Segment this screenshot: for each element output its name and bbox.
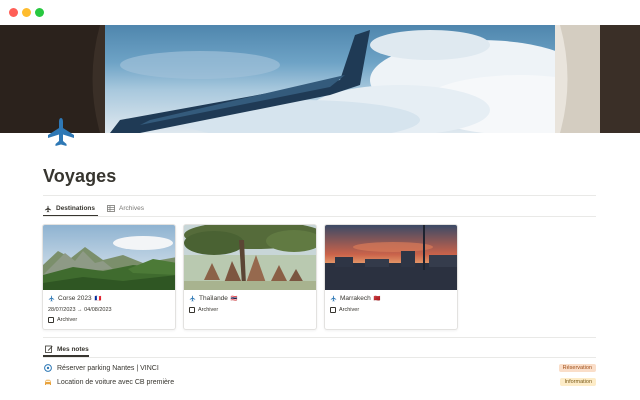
- list-item[interactable]: Location de voiture avec CB première Inf…: [44, 376, 596, 388]
- flag-icon: 🇫🇷: [94, 295, 102, 302]
- view-tabs: Destinations Archives: [43, 201, 145, 216]
- checkbox-label: Archiver: [339, 307, 360, 313]
- gallery-card-thailande[interactable]: Thaïlande 🇹🇭 Archiver: [183, 224, 317, 330]
- marrakech-sunset-photo: [325, 225, 457, 290]
- airplane-icon: [330, 295, 337, 302]
- list-item[interactable]: Réserver parking Nantes | VINCI Réservat…: [44, 362, 596, 374]
- airplane-icon: [48, 295, 55, 302]
- minimize-window-button[interactable]: [22, 8, 31, 17]
- note-label: Location de voiture avec CB première: [57, 378, 175, 386]
- airplane-icon: [189, 295, 196, 302]
- title-divider: [43, 195, 596, 196]
- gallery-card-corse[interactable]: Corse 2023 🇫🇷 28/07/2023 → 04/08/2023 Ar…: [42, 224, 176, 330]
- archive-checkbox-row[interactable]: Archiver: [48, 317, 170, 323]
- tabs-divider: [43, 216, 596, 217]
- checkbox-label: Archiver: [198, 307, 219, 313]
- section-divider: [43, 337, 596, 338]
- tab-label: Destinations: [56, 205, 96, 212]
- card-dates: 28/07/2023 → 04/08/2023: [48, 307, 112, 313]
- table-icon: [107, 205, 115, 212]
- edit-note-icon: [45, 345, 53, 353]
- tab-label: Archives: [119, 205, 144, 212]
- tab-destinations[interactable]: Destinations: [43, 201, 96, 216]
- notes-divider: [43, 357, 596, 358]
- tab-label: Mes notes: [57, 345, 89, 353]
- archive-checkbox[interactable]: [48, 317, 54, 323]
- tab-mes-notes[interactable]: Mes notes: [45, 345, 89, 353]
- archive-checkbox[interactable]: [189, 307, 195, 313]
- thailande-temple-photo: [184, 225, 316, 290]
- checkbox-label: Archiver: [57, 317, 78, 323]
- archive-checkbox-row[interactable]: Archiver: [330, 307, 452, 313]
- car-icon: [45, 379, 51, 385]
- status-badge: Information: [560, 378, 596, 386]
- card-title: Corse 2023: [58, 295, 92, 302]
- parking-icon: [44, 364, 52, 372]
- card-title: Marrakech: [340, 295, 371, 302]
- flag-icon: 🇲🇦: [373, 295, 381, 302]
- page-cover-image[interactable]: [0, 25, 640, 133]
- status-badge: Réservation: [558, 364, 596, 372]
- maximize-window-button[interactable]: [35, 8, 44, 17]
- archive-checkbox-row[interactable]: Archiver: [189, 307, 311, 313]
- close-window-button[interactable]: [9, 8, 18, 17]
- flag-icon: 🇹🇭: [230, 295, 238, 302]
- page-title[interactable]: Voyages: [43, 166, 116, 187]
- note-label: Réserver parking Nantes | VINCI: [57, 364, 159, 372]
- window-titlebar: [0, 0, 640, 25]
- tab-archives[interactable]: Archives: [106, 201, 145, 216]
- airplane-window-cover-illustration: [0, 25, 640, 133]
- archive-checkbox[interactable]: [330, 307, 336, 313]
- airplane-icon: [44, 205, 52, 212]
- gallery-card-marrakech[interactable]: Marrakech 🇲🇦 Archiver: [324, 224, 458, 330]
- destinations-gallery: Corse 2023 🇫🇷 28/07/2023 → 04/08/2023 Ar…: [42, 224, 458, 330]
- card-title: Thaïlande: [199, 295, 228, 302]
- corse-mountain-photo: [43, 225, 175, 290]
- airplane-icon[interactable]: [44, 115, 78, 149]
